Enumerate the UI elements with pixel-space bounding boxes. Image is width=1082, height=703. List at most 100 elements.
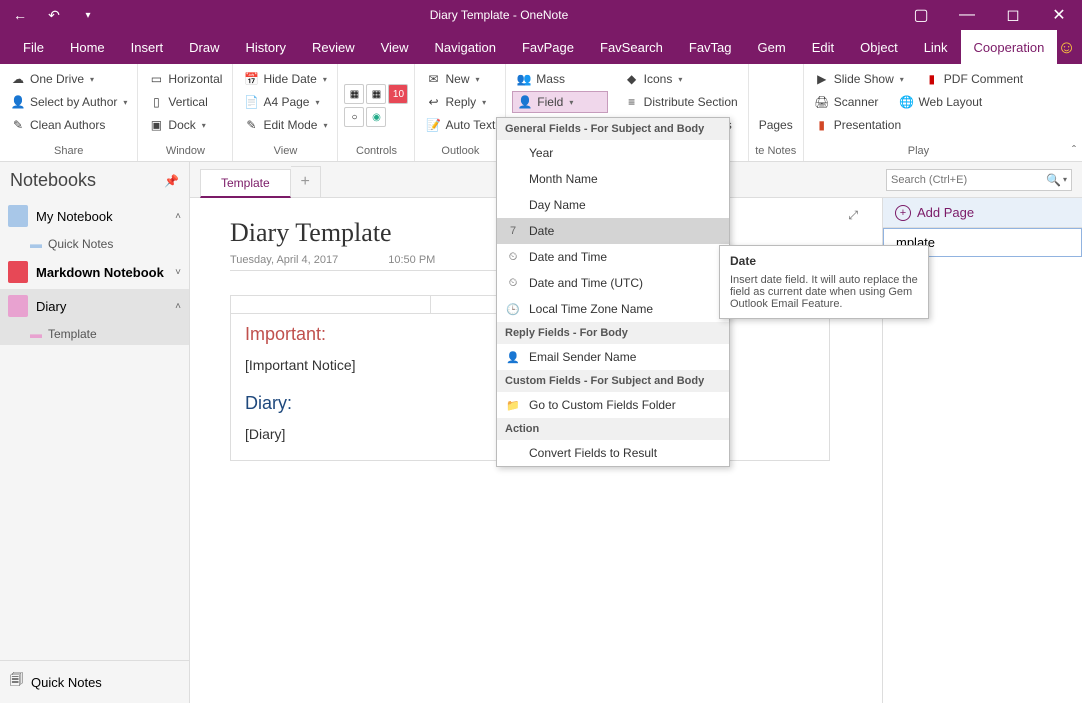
dropdown-item-icon — [505, 171, 521, 187]
minimize-button[interactable]: — — [944, 0, 990, 30]
control-icon[interactable]: ▦ — [366, 84, 386, 104]
menu-navigation[interactable]: Navigation — [422, 30, 509, 64]
dropdown-item[interactable]: ⏲Date and Time — [497, 244, 729, 270]
hide-date-button[interactable]: 📅Hide Date▾ — [239, 68, 331, 90]
search-dropdown-icon[interactable]: ▾ — [1063, 175, 1067, 184]
clean-authors-button[interactable]: ✎Clean Authors — [6, 114, 131, 136]
menu-view[interactable]: View — [368, 30, 422, 64]
add-page-button[interactable]: + Add Page — [883, 198, 1082, 228]
reply-button[interactable]: ↩Reply▾ — [421, 91, 499, 113]
menu-review[interactable]: Review — [299, 30, 368, 64]
search-input[interactable] — [891, 174, 1046, 186]
ribbon-group-label: Play — [810, 143, 1027, 161]
vertical-button[interactable]: ▯Vertical — [144, 91, 226, 113]
menu-insert[interactable]: Insert — [118, 30, 177, 64]
tab-template[interactable]: Template — [200, 169, 291, 198]
back-button[interactable]: ← — [8, 3, 32, 27]
ribbon-group-label: Controls — [344, 143, 408, 161]
pdf-icon: ▮ — [924, 71, 940, 87]
notebook-section[interactable]: ▬Template — [0, 323, 189, 345]
qat-dropdown[interactable]: ▾ — [76, 3, 100, 27]
dock-button[interactable]: ▣Dock▾ — [144, 114, 226, 136]
ribbon-display-options[interactable]: ▢ — [898, 0, 944, 30]
radio-on-icon[interactable]: ◉ — [366, 107, 386, 127]
ribbon-collapse-button[interactable]: ˆ — [1072, 143, 1076, 157]
menu-favtag[interactable]: FavTag — [676, 30, 745, 64]
reply-icon: ↩ — [425, 94, 441, 110]
menu-home[interactable]: Home — [57, 30, 118, 64]
menu-edit[interactable]: Edit — [799, 30, 847, 64]
undo-button[interactable]: ↶ — [42, 3, 66, 27]
menu-cooperation[interactable]: Cooperation — [961, 30, 1058, 64]
dropdown-item[interactable]: 📁Go to Custom Fields Folder — [497, 392, 729, 418]
notebook-item[interactable]: Markdown Notebook˅ — [0, 255, 189, 289]
calendar-icon: 📅 — [243, 71, 259, 87]
autotext-icon: 📝 — [425, 117, 441, 133]
radio-off-icon[interactable]: ○ — [344, 107, 364, 127]
menu-file[interactable]: File — [10, 30, 57, 64]
dropdown-item[interactable]: Convert Fields to Result — [497, 440, 729, 466]
onedrive-button[interactable]: ☁One Drive▾ — [6, 68, 131, 90]
select-by-author-button[interactable]: 👤Select by Author▾ — [6, 91, 131, 113]
clean-icon: ✎ — [10, 117, 26, 133]
scanner-button[interactable]: 🖨Scanner — [810, 91, 883, 113]
search-icon[interactable]: 🔍 — [1046, 173, 1061, 187]
menu-link[interactable]: Link — [911, 30, 961, 64]
pdf-comment-button[interactable]: ▮PDF Comment — [920, 68, 1027, 90]
menu-history[interactable]: History — [233, 30, 299, 64]
slideshow-button[interactable]: ▶Slide Show▾ — [810, 68, 908, 90]
distribute-section-button[interactable]: ≡Distribute Section — [620, 91, 742, 113]
pin-icon[interactable]: 📌 — [164, 174, 179, 188]
dropdown-item[interactable]: 🕒Local Time Zone Name — [497, 296, 729, 322]
dropdown-item[interactable]: 7Date — [497, 218, 729, 244]
control-icon[interactable]: 10 — [388, 84, 408, 104]
presentation-button[interactable]: ▮Presentation — [810, 114, 1027, 136]
horizontal-button[interactable]: ▭Horizontal — [144, 68, 226, 90]
dropdown-item[interactable]: Month Name — [497, 166, 729, 192]
dock-icon: ▣ — [148, 117, 164, 133]
titlebar: ← ↶ ▾ Diary Template - OneNote ▢ — ◻ ✕ — [0, 0, 1082, 30]
dropdown-item[interactable]: ⏲Date and Time (UTC) — [497, 270, 729, 296]
presentation-icon: ▮ — [814, 117, 830, 133]
edit-mode-button[interactable]: ✎Edit Mode▾ — [239, 114, 331, 136]
notebooks-header: Notebooks — [10, 170, 96, 191]
menu-gem[interactable]: Gem — [745, 30, 799, 64]
close-button[interactable]: ✕ — [1036, 0, 1082, 30]
quick-notes-button[interactable]: 🗐 Quick Notes — [0, 660, 189, 703]
ribbon-group-label: Outlook — [421, 143, 499, 161]
mass-button[interactable]: 👥Mass — [512, 68, 607, 90]
mass-icon: 👥 — [516, 71, 532, 87]
field-button[interactable]: 👤Field▾ — [512, 91, 607, 113]
dropdown-item[interactable]: Day Name — [497, 192, 729, 218]
web-layout-button[interactable]: 🌐Web Layout — [894, 91, 986, 113]
notebook-item[interactable]: Diary˄ — [0, 289, 189, 323]
notebook-section[interactable]: ▬Quick Notes — [0, 233, 189, 255]
dropdown-section-header: General Fields - For Subject and Body — [497, 118, 729, 140]
dist-section-icon: ≡ — [624, 94, 640, 110]
menubar: FileHomeInsertDrawHistoryReviewViewNavig… — [0, 30, 1082, 64]
plus-icon: + — [895, 205, 911, 221]
dropdown-section-header: Custom Fields - For Subject and Body — [497, 370, 729, 392]
icons-button[interactable]: ◆Icons▾ — [620, 68, 742, 90]
smiley-icon[interactable]: ☺ — [1057, 30, 1075, 64]
menu-favpage[interactable]: FavPage — [509, 30, 587, 64]
menu-draw[interactable]: Draw — [176, 30, 232, 64]
control-icon[interactable]: ▦ — [344, 84, 364, 104]
slideshow-icon: ▶ — [814, 71, 830, 87]
dropdown-item-icon: 🕒 — [505, 301, 521, 317]
chevron-icon: ˄ — [175, 211, 181, 222]
menu-object[interactable]: Object — [847, 30, 911, 64]
new-button[interactable]: ✉New▾ — [421, 68, 499, 90]
dropdown-item[interactable]: 👤Email Sender Name — [497, 344, 729, 370]
notebook-item[interactable]: My Notebook˄ — [0, 199, 189, 233]
maximize-button[interactable]: ◻ — [990, 0, 1036, 30]
auto-text-button[interactable]: 📝Auto Text — [421, 114, 499, 136]
a4-page-button[interactable]: 📄A4 Page▾ — [239, 91, 331, 113]
menu-favsearch[interactable]: FavSearch — [587, 30, 676, 64]
tab-add-button[interactable]: + — [291, 166, 321, 198]
tooltip-title: Date — [730, 254, 918, 268]
dropdown-item[interactable]: Year — [497, 140, 729, 166]
search-box[interactable]: 🔍▾ — [886, 169, 1072, 191]
pages-button[interactable]: Pages — [755, 114, 797, 136]
expand-icon[interactable]: ⤢ — [848, 208, 858, 223]
